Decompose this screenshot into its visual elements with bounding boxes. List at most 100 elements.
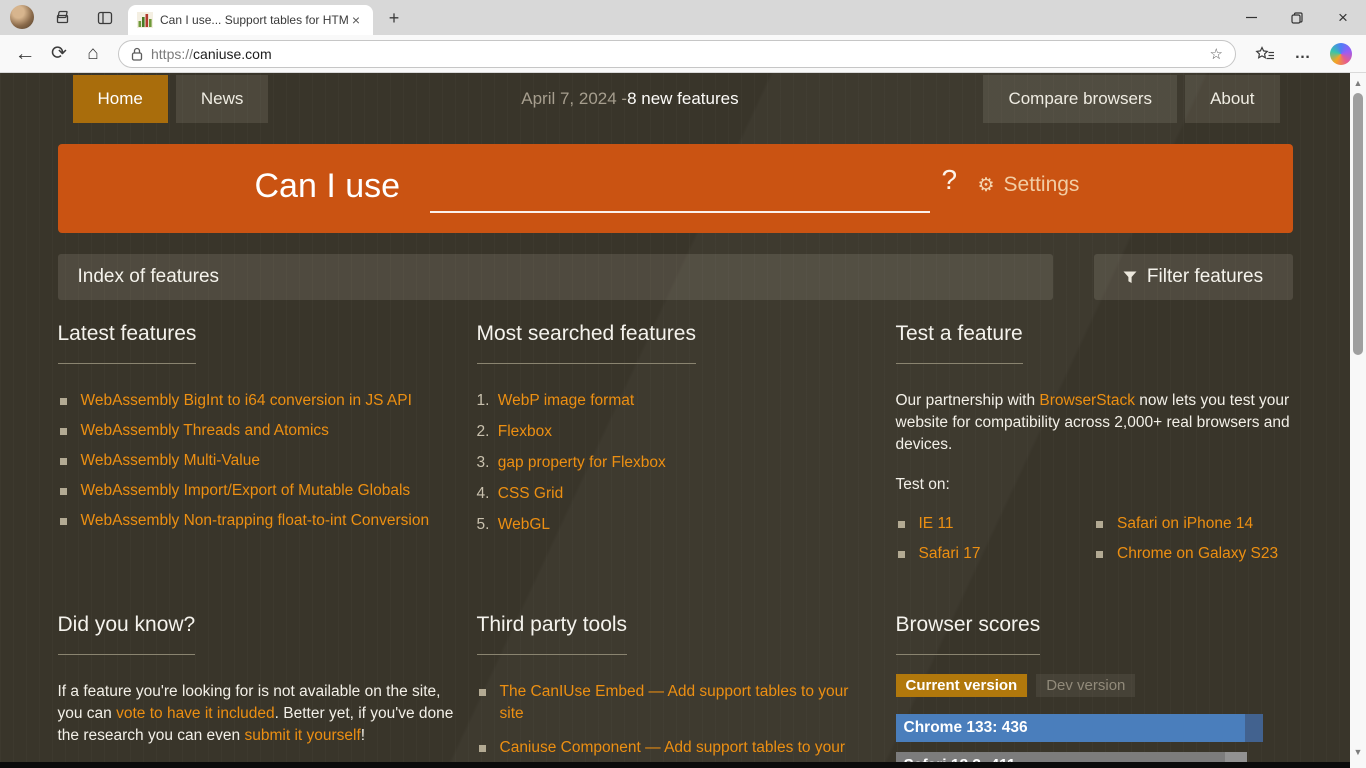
nav-date: April 7, 2024 - 8 new features bbox=[276, 75, 983, 123]
feature-link[interactable]: WebAssembly Import/Export of Mutable Glo… bbox=[81, 480, 411, 502]
copilot-icon[interactable] bbox=[1322, 39, 1360, 69]
section-test-a-feature: Test a feature Our partnership with Brow… bbox=[896, 322, 1293, 573]
url-text[interactable]: https://caniuse.com bbox=[151, 46, 1210, 62]
bullet-square-icon bbox=[60, 398, 67, 405]
browser-scores-chart: Chrome 133: 436 Safari 18.3: 411 bbox=[896, 714, 1293, 768]
did-you-know-paragraph: If a feature you're looking for is not a… bbox=[58, 681, 455, 747]
list-item: Safari on iPhone 14 bbox=[1094, 513, 1293, 535]
feature-link[interactable]: gap property for Flexbox bbox=[498, 454, 666, 471]
browserstack-link[interactable]: BrowserStack bbox=[1039, 392, 1135, 409]
feature-link[interactable]: WebAssembly Multi-Value bbox=[81, 450, 260, 472]
feature-link[interactable]: WebAssembly BigInt to i64 conversion in … bbox=[81, 390, 412, 412]
device-link[interactable]: Safari on iPhone 14 bbox=[1117, 513, 1253, 535]
window-restore-button[interactable] bbox=[1274, 0, 1320, 35]
workspaces-icon[interactable] bbox=[52, 7, 74, 29]
filter-features-button[interactable]: Filter features bbox=[1094, 254, 1293, 300]
gear-icon: ⚙ bbox=[978, 174, 995, 197]
url-scheme: https:// bbox=[151, 46, 193, 62]
tab-close-icon[interactable]: × bbox=[348, 12, 364, 28]
nav-home[interactable]: Home bbox=[73, 75, 168, 123]
index-of-features-bar[interactable]: Index of features bbox=[58, 254, 1053, 300]
vote-link[interactable]: vote to have it included bbox=[116, 705, 275, 722]
bar-cap bbox=[1245, 714, 1263, 742]
page-scrollbar[interactable]: ▲ ▼ bbox=[1350, 73, 1366, 768]
site-nav: Home News April 7, 2024 - 8 new features… bbox=[58, 75, 1293, 123]
list-item: WebAssembly BigInt to i64 conversion in … bbox=[58, 390, 455, 412]
home-button[interactable]: ⌂ bbox=[76, 39, 110, 69]
nav-about[interactable]: About bbox=[1185, 75, 1279, 123]
bullet-square-icon bbox=[479, 689, 486, 696]
address-bar[interactable]: https://caniuse.com ☆ bbox=[118, 40, 1236, 68]
scrollbar-down-arrow-icon[interactable]: ▼ bbox=[1350, 744, 1366, 760]
settings-label: Settings bbox=[1004, 173, 1080, 197]
feature-link[interactable]: WebGL bbox=[498, 516, 550, 533]
funnel-icon bbox=[1123, 271, 1137, 284]
window-close-button[interactable]: × bbox=[1320, 0, 1366, 35]
dev-version-button[interactable]: Dev version bbox=[1036, 674, 1135, 697]
tool-link[interactable]: The CanIUse Embed — Add support tables t… bbox=[500, 681, 874, 725]
list-item: The CanIUse Embed — Add support tables t… bbox=[477, 681, 874, 725]
nav-compare-browsers[interactable]: Compare browsers bbox=[983, 75, 1177, 123]
feature-search-input[interactable] bbox=[430, 175, 930, 213]
caniuse-favicon bbox=[137, 12, 153, 28]
lock-icon bbox=[131, 47, 143, 61]
submit-link[interactable]: submit it yourself bbox=[244, 727, 360, 744]
bullet-square-icon bbox=[60, 488, 67, 495]
list-item: CSS Grid bbox=[477, 483, 874, 505]
test-a-feature-heading: Test a feature bbox=[896, 322, 1293, 364]
search-banner: Can I use ? ⚙ Settings bbox=[58, 144, 1293, 233]
feature-link[interactable]: CSS Grid bbox=[498, 485, 563, 502]
tab-title: Can I use... Support tables for HTM bbox=[160, 13, 348, 27]
list-item: WebP image format bbox=[477, 390, 874, 412]
back-button[interactable]: ← bbox=[8, 39, 42, 69]
bullet-square-icon bbox=[898, 521, 905, 528]
scrollbar-thumb[interactable] bbox=[1353, 93, 1363, 355]
tab-actions-menu-icon[interactable] bbox=[94, 7, 116, 29]
bullet-square-icon bbox=[60, 428, 67, 435]
settings-button[interactable]: ⚙ Settings bbox=[978, 173, 1080, 197]
feature-link[interactable]: Flexbox bbox=[498, 423, 552, 440]
section-did-you-know: Did you know? If a feature you're lookin… bbox=[58, 613, 455, 768]
test-on-label: Test on: bbox=[896, 474, 1293, 496]
bullet-square-icon bbox=[479, 745, 486, 752]
section-latest-features: Latest features WebAssembly BigInt to i6… bbox=[58, 322, 455, 573]
favorites-hub-icon[interactable] bbox=[1246, 39, 1284, 69]
settings-menu-icon[interactable]: … bbox=[1284, 39, 1322, 69]
list-item: gap property for Flexbox bbox=[477, 452, 874, 474]
current-version-button[interactable]: Current version bbox=[896, 674, 1028, 697]
feature-link[interactable]: WebP image format bbox=[498, 392, 634, 409]
did-you-know-heading: Did you know? bbox=[58, 613, 455, 655]
refresh-button[interactable]: ⟳ bbox=[42, 39, 76, 69]
nav-news[interactable]: News bbox=[176, 75, 269, 123]
browser-profile-avatar[interactable] bbox=[10, 5, 34, 29]
browser-tab-strip: Can I use... Support tables for HTM × + … bbox=[0, 0, 1366, 35]
most-searched-heading: Most searched features bbox=[477, 322, 874, 364]
list-item: WebAssembly Non-trapping float-to-int Co… bbox=[58, 510, 455, 532]
browser-tab[interactable]: Can I use... Support tables for HTM × bbox=[128, 5, 373, 35]
page-caniuse: Home News April 7, 2024 - 8 new features… bbox=[0, 73, 1350, 768]
date-text: April 7, 2024 - bbox=[521, 89, 627, 109]
section-third-party-tools: Third party tools The CanIUse Embed — Ad… bbox=[477, 613, 874, 768]
list-item: WebAssembly Multi-Value bbox=[58, 450, 455, 472]
bullet-square-icon bbox=[60, 518, 67, 525]
new-features-link[interactable]: 8 new features bbox=[627, 89, 739, 109]
bar-segment: Chrome 133: 436 bbox=[896, 714, 1245, 742]
new-tab-button[interactable]: + bbox=[382, 6, 406, 30]
bullet-square-icon bbox=[1096, 521, 1103, 528]
device-link[interactable]: IE 11 bbox=[919, 513, 954, 535]
feature-link[interactable]: WebAssembly Threads and Atomics bbox=[81, 420, 329, 442]
bullet-square-icon bbox=[1096, 551, 1103, 558]
section-most-searched: Most searched features WebP image format… bbox=[477, 322, 874, 573]
score-bar-chrome: Chrome 133: 436 bbox=[896, 714, 1293, 742]
list-item: WebGL bbox=[477, 514, 874, 536]
browserstack-paragraph: Our partnership with BrowserStack now le… bbox=[896, 390, 1293, 456]
list-item: WebAssembly Import/Export of Mutable Glo… bbox=[58, 480, 455, 502]
section-browser-scores: Browser scores Current version Dev versi… bbox=[896, 613, 1293, 768]
add-favorite-star-icon[interactable]: ☆ bbox=[1210, 45, 1223, 63]
scrollbar-up-arrow-icon[interactable]: ▲ bbox=[1350, 75, 1366, 91]
help-button[interactable]: ? bbox=[942, 164, 958, 196]
window-minimize-button[interactable] bbox=[1228, 0, 1274, 35]
device-link[interactable]: Chrome on Galaxy S23 bbox=[1117, 543, 1278, 565]
device-link[interactable]: Safari 17 bbox=[919, 543, 981, 565]
feature-link[interactable]: WebAssembly Non-trapping float-to-int Co… bbox=[81, 510, 430, 532]
